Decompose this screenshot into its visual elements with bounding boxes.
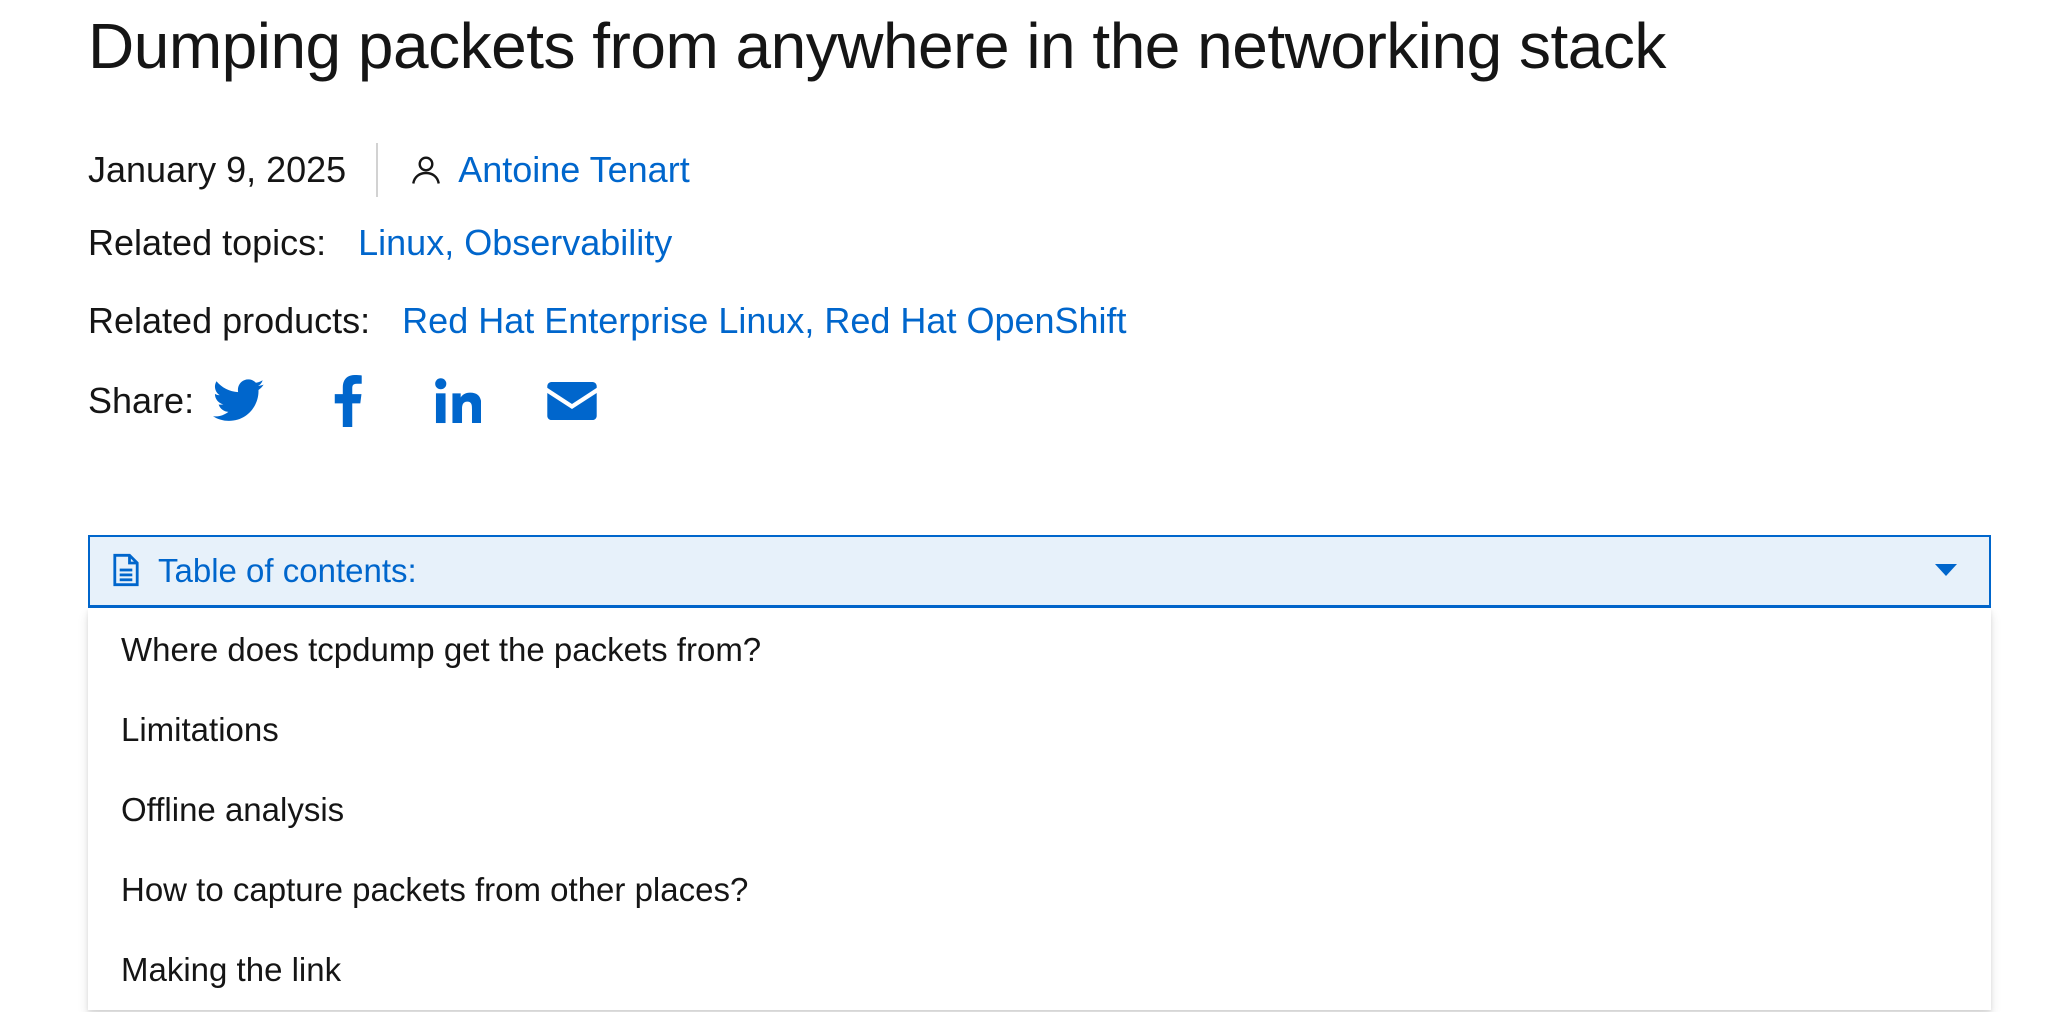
toc-title: Table of contents: <box>158 552 417 589</box>
document-icon <box>112 553 142 589</box>
toc-item[interactable]: Where does tcpdump get the packets from? <box>88 610 1991 690</box>
related-products: Related products: Red Hat Enterprise Lin… <box>88 299 1127 343</box>
article-title: Dumping packets from anywhere in the net… <box>88 10 1666 82</box>
toc-list: Where does tcpdump get the packets from?… <box>88 608 1991 1010</box>
article-page: Dumping packets from anywhere in the net… <box>0 0 2056 1012</box>
author-link[interactable]: Antoine Tenart <box>458 148 690 192</box>
share-label: Share: <box>88 380 195 421</box>
related-topics: Related topics: Linux, Observability <box>88 221 672 265</box>
facebook-icon[interactable] <box>330 375 366 427</box>
related-products-label: Related products: <box>88 300 371 341</box>
publish-date: January 9, 2025 <box>88 149 347 190</box>
share-bar: Share: <box>88 375 598 427</box>
toc-item[interactable]: Offline analysis <box>88 770 1991 850</box>
related-topics-label: Related topics: <box>88 222 327 263</box>
table-of-contents: Table of contents: Where does tcpdump ge… <box>88 535 1991 1010</box>
mail-icon[interactable] <box>546 379 598 423</box>
linkedin-icon[interactable] <box>434 377 482 425</box>
related-topics-links[interactable]: Linux, Observability <box>358 221 672 265</box>
toc-toggle[interactable]: Table of contents: <box>88 535 1991 608</box>
toc-item[interactable]: How to capture packets from other places… <box>88 850 1991 930</box>
meta-divider <box>376 143 379 197</box>
user-icon <box>408 152 444 188</box>
article-meta: January 9, 2025 Antoine Tenart <box>88 143 690 197</box>
toc-item[interactable]: Limitations <box>88 690 1991 770</box>
twitter-icon[interactable] <box>212 377 266 425</box>
caret-down-icon <box>1935 564 1959 578</box>
toc-item[interactable]: Making the link <box>88 930 1991 1010</box>
related-products-links[interactable]: Red Hat Enterprise Linux, Red Hat OpenSh… <box>402 299 1126 343</box>
